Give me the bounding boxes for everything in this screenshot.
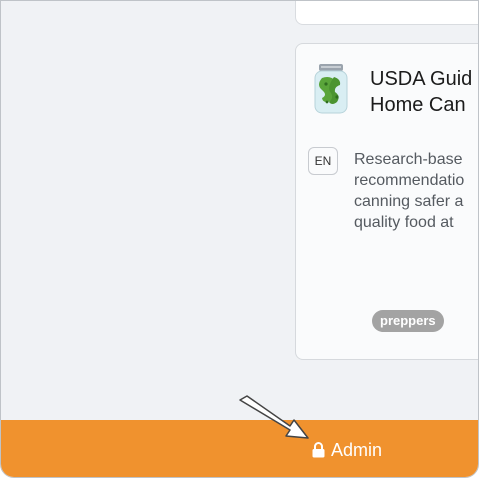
card-title-line: Home Can bbox=[370, 94, 466, 116]
admin-link[interactable]: Admin bbox=[312, 438, 382, 462]
card-title-line: USDA Guid bbox=[370, 68, 473, 90]
arrow-pointer-icon bbox=[239, 395, 309, 439]
card-description: Research-base recommendatio canning safe… bbox=[354, 149, 478, 233]
description-line: Research-base bbox=[354, 151, 463, 168]
card-title[interactable]: USDA Guid Home Can bbox=[370, 66, 478, 118]
admin-label: Admin bbox=[331, 439, 383, 460]
tag-badge[interactable]: preppers bbox=[372, 310, 444, 332]
language-badge: EN bbox=[308, 147, 338, 175]
description-line: recommendatio bbox=[354, 172, 465, 189]
resource-card[interactable]: USDA Guid Home Can EN Research-base reco… bbox=[295, 43, 478, 360]
pickle-jar-icon bbox=[314, 64, 348, 114]
description-line: canning safer a bbox=[354, 193, 464, 210]
lock-icon bbox=[312, 442, 325, 458]
description-line: quality food at bbox=[354, 214, 454, 231]
previous-card[interactable] bbox=[295, 1, 478, 25]
